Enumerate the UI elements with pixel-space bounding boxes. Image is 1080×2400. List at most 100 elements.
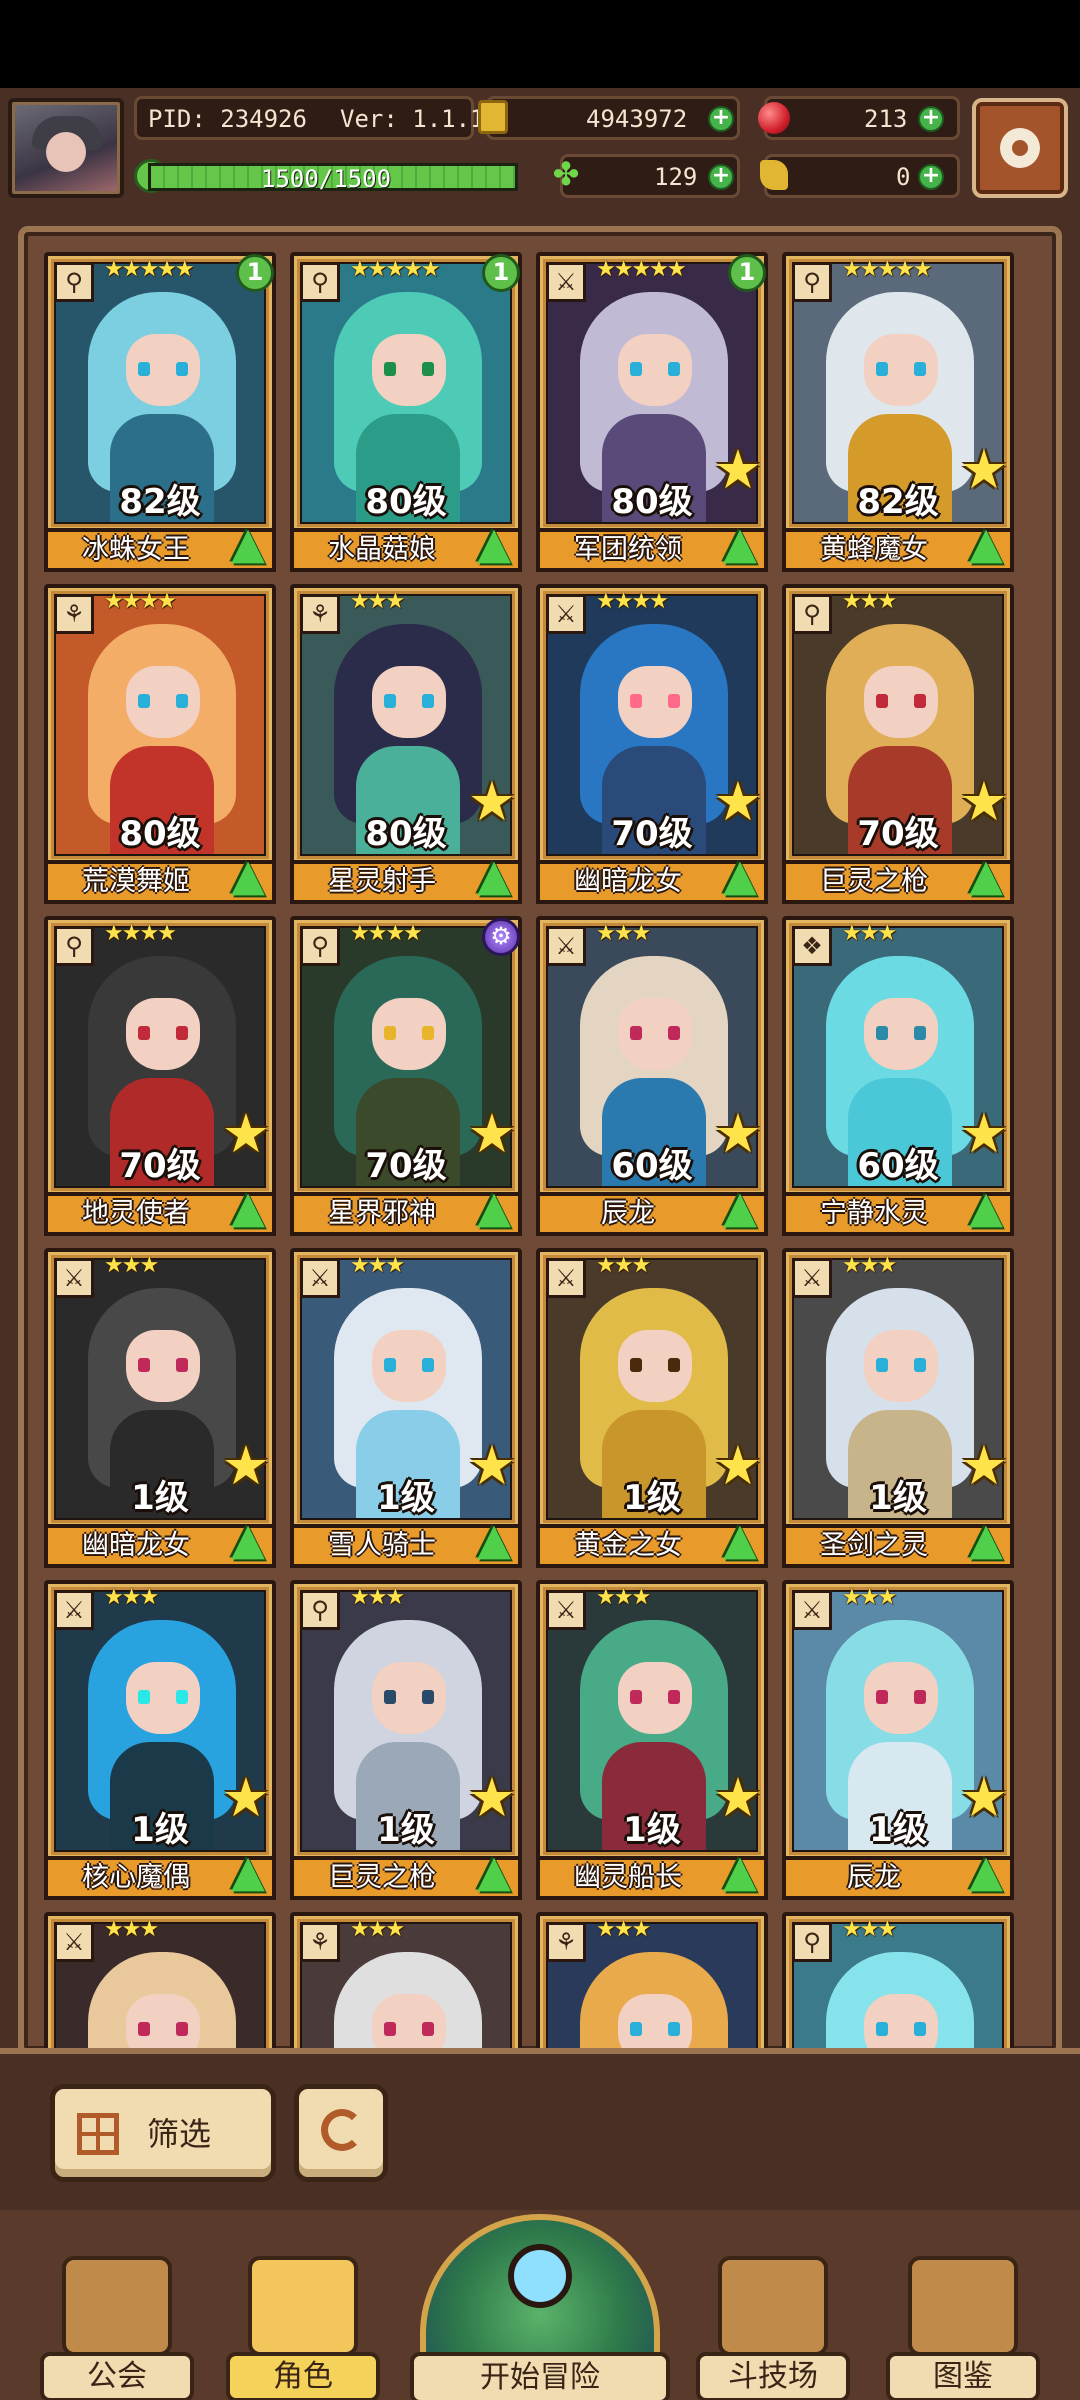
hero-name-bar: 圣剑之灵 ▲ [782,1516,1014,1568]
hero-level: 1级 [623,1478,681,1518]
horn-amount: 0 [896,163,911,191]
rarity-stars: ★★★★ [104,589,177,614]
rarity-stars: ★★★ [350,1253,405,1278]
add-horn-button[interactable]: + [918,164,944,190]
level-up-arrow-icon[interactable]: ▲ [224,1516,272,1564]
hero-name-bar: 冰蛛女王 ▲ [44,520,276,572]
hero-eye [422,2022,434,2036]
hero-card[interactable]: ⚲ ★★★ ★ 70级 巨灵之枪 ▲ [782,584,1014,906]
hero-name: 黄金之女 [574,1530,682,1561]
hero-eye [630,1358,642,1372]
hero-grid[interactable]: ⚲ ★★★★★ 1 82级 冰蛛女王 ▲ ⚲ ★★★★★ 1 80级 水晶菇娘 ▲ ⚔ ★★★★★ 1 ★ 80… [18,226,1062,2056]
level-up-arrow-icon[interactable]: ▲ [224,1184,272,1232]
hero-card[interactable]: ⚔ ★★★ ★ 1级 核心魔偶 ▲ [44,1580,276,1902]
add-gold-button[interactable]: + [708,106,734,132]
hero-card[interactable]: ⚔ ★★★★ ★ 70级 幽暗龙女 ▲ [536,584,768,906]
hero-card[interactable]: ⚲ ★★★★ ⚙ ★ 70级 星界邪神 ▲ [290,916,522,1238]
hero-level: 1级 [623,1810,681,1850]
level-up-arrow-icon[interactable]: ▲ [716,1516,764,1564]
hero-card[interactable]: ⚲ ★★★★★ 1 82级 冰蛛女王 ▲ [44,252,276,574]
hero-name: 水晶菇娘 [328,534,436,565]
level-up-arrow-icon[interactable]: ▲ [716,852,764,900]
rarity-stars: ★★★★★ [350,257,441,282]
xp-bar: 1500/1500 [148,163,518,193]
rarity-stars: ★★★★★ [104,257,195,282]
level-up-arrow-icon[interactable]: ▲ [470,520,518,568]
hero-eye [914,1026,926,1040]
rarity-stars: ★★★ [104,1585,159,1610]
hero-card[interactable]: ⚔ ★★★ ★ 1级 黄金之女 ▲ [536,1248,768,1570]
add-gem-button[interactable]: + [918,106,944,132]
level-up-arrow-icon[interactable]: ▲ [224,852,272,900]
level-up-arrow-icon[interactable]: ▲ [470,852,518,900]
level-up-arrow-icon[interactable]: ▲ [470,1184,518,1232]
hero-card[interactable]: ⚲ ★★★★★ 1 80级 水晶菇娘 ▲ [290,252,522,574]
hero-card[interactable]: ⚘ ★★★★ 80级 荒漠舞姬 ▲ [44,584,276,906]
hero-card[interactable]: ⚔ ★★★ ★ 1级 幽暗龙女 ▲ [44,1248,276,1570]
hero-card[interactable]: ⚘★★★▲ [536,1912,768,2050]
nav-codex[interactable]: 图鉴 [886,2256,1040,2400]
hero-level: 60级 [611,1146,693,1186]
level-up-arrow-icon[interactable]: ▲ [224,520,272,568]
start-adventure-button[interactable]: 开始冒险 [410,2214,670,2400]
hero-card[interactable]: ⚘★★★▲ [290,1912,522,2050]
level-up-arrow-icon[interactable]: ▲ [962,1848,1010,1896]
hero-level: 70级 [857,814,939,854]
hero-eye [384,1358,396,1372]
class-icon: ⚔ [792,1258,832,1298]
level-up-arrow-icon[interactable]: ▲ [470,1516,518,1564]
class-icon: ⚲ [54,262,94,302]
hero-list-area: ⚲ ★★★★★ 1 82级 冰蛛女王 ▲ ⚲ ★★★★★ 1 80级 水晶菇娘 ▲ ⚔ ★★★★★ 1 ★ 80… [0,208,1080,2056]
hero-name: 幽灵船长 [574,1862,682,1893]
rarity-stars: ★★★ [596,921,651,946]
book-icon [908,2256,1018,2356]
nav-hero-label: 角色 [226,2352,380,2400]
hero-card[interactable]: ⚔ ★★★ ★ 1级 辰龙 ▲ [782,1580,1014,1902]
hero-card[interactable]: ❖ ★★★ ★ 60级 宁静水灵 ▲ [782,916,1014,1238]
hero-level: 1级 [869,1810,927,1850]
add-clover-button[interactable]: + [708,164,734,190]
hero-eye [176,1358,188,1372]
hero-card[interactable]: ⚔★★★▲ [44,1912,276,2050]
hero-card[interactable]: ⚲ ★★★★★ ★ 82级 黄蜂魔女 ▲ [782,252,1014,574]
level-up-arrow-icon[interactable]: ▲ [716,1848,764,1896]
hero-name: 军团统领 [574,534,682,565]
rarity-stars: ★★★★ [350,921,423,946]
hero-card[interactable]: ⚲ ★★★★ ★ 70级 地灵使者 ▲ [44,916,276,1238]
level-up-arrow-icon[interactable]: ▲ [716,520,764,568]
nav-guild[interactable]: 公会 [40,2256,194,2400]
player-avatar[interactable] [8,98,124,198]
level-up-arrow-icon[interactable]: ▲ [962,520,1010,568]
class-icon: ⚔ [54,1590,94,1630]
hero-card[interactable]: ⚔ ★★★ ★ 1级 圣剑之灵 ▲ [782,1248,1014,1570]
level-up-arrow-icon[interactable]: ▲ [716,1184,764,1232]
hero-level: 70级 [365,1146,447,1186]
hero-card[interactable]: ⚘ ★★★ ★ 80级 星灵射手 ▲ [290,584,522,906]
settings-button[interactable] [972,98,1068,198]
refresh-button[interactable] [294,2084,388,2182]
level-up-arrow-icon[interactable]: ▲ [470,1848,518,1896]
hero-card[interactable]: ⚔ ★★★ ★ 1级 幽灵船长 ▲ [536,1580,768,1902]
hero-card[interactable]: ⚔ ★★★ ★ 60级 辰龙 ▲ [536,916,768,1238]
level-up-arrow-icon[interactable]: ▲ [962,1184,1010,1232]
nav-codex-label: 图鉴 [886,2352,1040,2400]
hero-eye [422,362,434,376]
rarity-stars: ★★★ [842,1253,897,1278]
hero-name: 辰龙 [847,1862,901,1893]
hero-eye [876,1358,888,1372]
filter-button[interactable]: 筛选 [50,2084,276,2182]
level-up-arrow-icon[interactable]: ▲ [962,1516,1010,1564]
class-icon: ⚔ [300,1258,340,1298]
hero-eye [876,2022,888,2036]
level-up-arrow-icon[interactable]: ▲ [962,852,1010,900]
hero-card[interactable]: ⚲★★★▲ [782,1912,1014,2050]
hero-card[interactable]: ⚔ ★★★★★ 1 ★ 80级 军团统领 ▲ [536,252,768,574]
clover-icon: ✤ [552,155,580,193]
class-icon: ⚘ [300,594,340,634]
nav-hero[interactable]: 角色 [226,2256,380,2400]
hero-card[interactable]: ⚔ ★★★ ★ 1级 雪人骑士 ▲ [290,1248,522,1570]
level-up-arrow-icon[interactable]: ▲ [224,1848,272,1896]
hero-card[interactable]: ⚲ ★★★ ★ 1级 巨灵之枪 ▲ [290,1580,522,1902]
class-icon: ⚔ [546,262,586,302]
nav-arena[interactable]: 斗技场 [696,2256,850,2400]
